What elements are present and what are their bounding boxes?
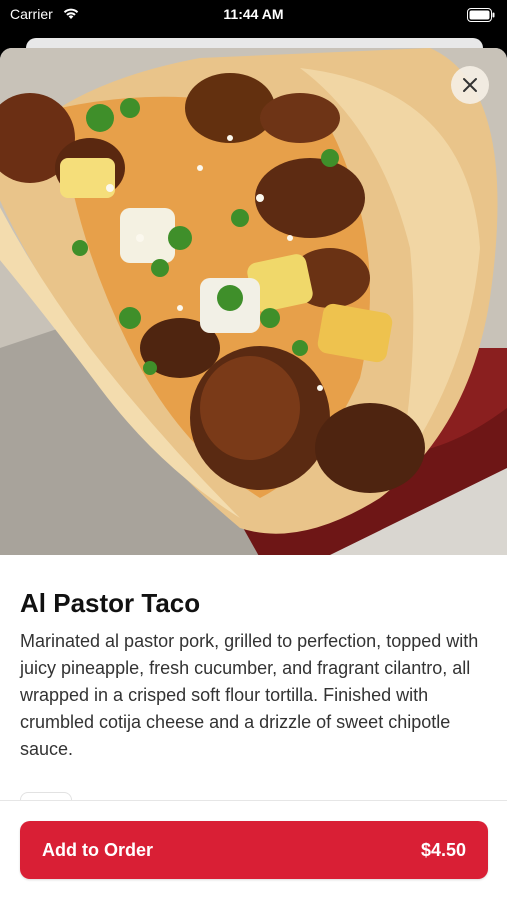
item-price: $4.50 [420, 839, 466, 860]
item-detail-sheet: Al Pastor Taco Marinated al pastor pork,… [0, 48, 507, 900]
taco-photo [0, 48, 507, 555]
status-bar: Carrier 11:44 AM [0, 0, 507, 30]
battery-icon [467, 8, 495, 22]
close-button[interactable] [451, 66, 489, 104]
bottom-action-bar: Add to Order $4.50 [0, 800, 507, 900]
item-description: Marinated al pastor pork, grilled to per… [20, 631, 479, 759]
add-to-order-label: Add to Order [42, 839, 153, 860]
taco-illustration [0, 48, 507, 555]
item-title: Al Pastor Taco [20, 588, 201, 618]
status-time: 11:44 AM [223, 6, 284, 22]
add-to-order-button[interactable]: Add to Order $4.50 [20, 821, 488, 879]
close-icon [463, 78, 477, 92]
